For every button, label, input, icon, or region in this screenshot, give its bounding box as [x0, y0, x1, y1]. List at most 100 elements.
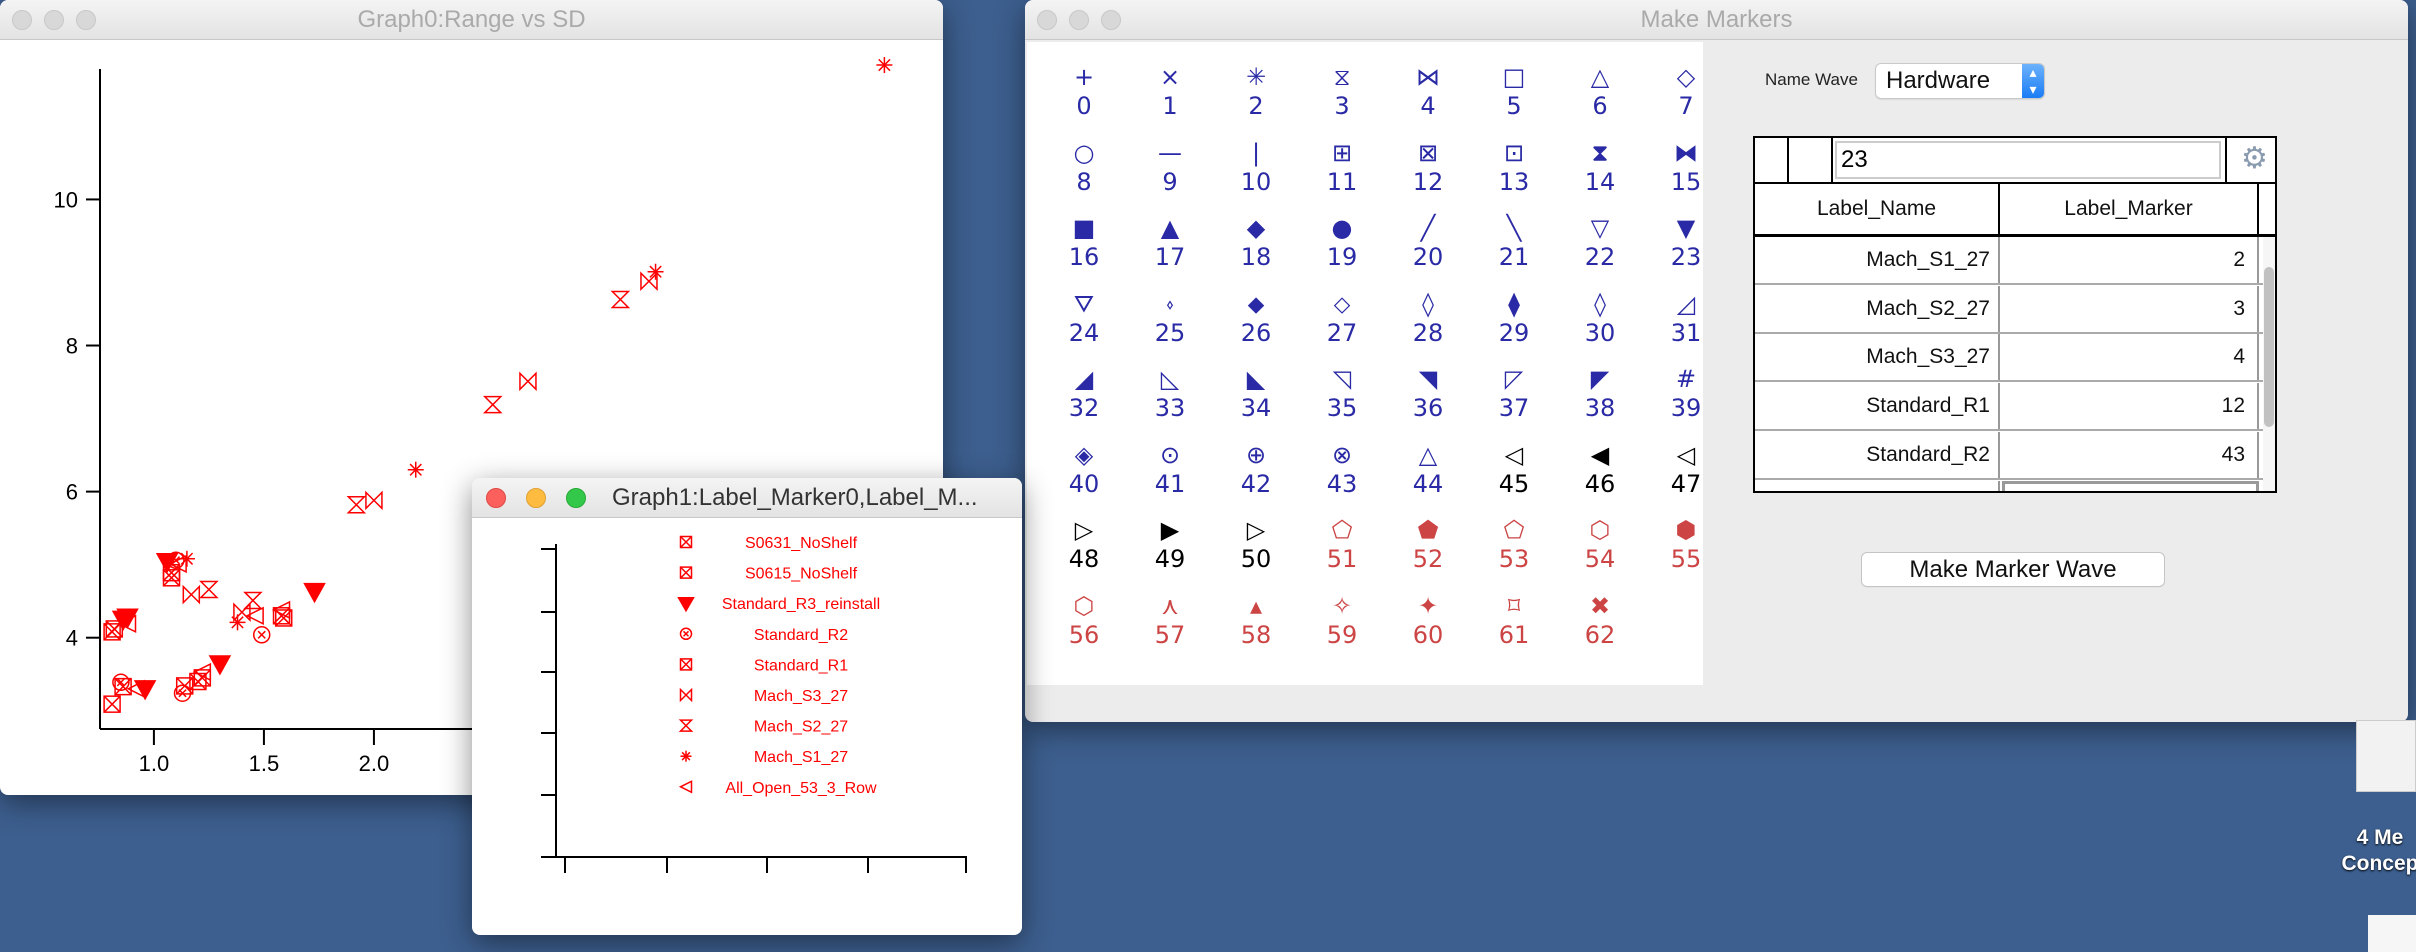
marker-cell-15[interactable]: ⧓15 [1643, 138, 1729, 196]
marker-cell-17[interactable]: ▲17 [1127, 213, 1213, 271]
marker-cell-7[interactable]: ◇7 [1643, 62, 1729, 120]
label-name-cell[interactable]: Standard_R2 [1755, 432, 2000, 478]
marker-cell-43[interactable]: ⊗43 [1299, 440, 1385, 498]
make-markers-titlebar[interactable]: Make Markers [1025, 0, 2408, 40]
marker-cell-31[interactable]: ◿31 [1643, 289, 1729, 347]
marker-cell-11[interactable]: ⊞11 [1299, 138, 1385, 196]
marker-cell-42[interactable]: ⊕42 [1213, 440, 1299, 498]
marker-cell-0[interactable]: +0 [1041, 62, 1127, 120]
marker-cell-16[interactable]: ■16 [1041, 213, 1127, 271]
marker-cell-25[interactable]: ⬫25 [1127, 289, 1213, 347]
marker-cell-38[interactable]: ◤38 [1557, 364, 1643, 422]
marker-cell-2[interactable]: ✳2 [1213, 62, 1299, 120]
scrollbar[interactable] [2263, 237, 2275, 491]
zoom-button[interactable] [76, 10, 96, 30]
label-marker-cell[interactable]: 23 [2002, 481, 2259, 492]
marker-cell-26[interactable]: ⬥26 [1213, 289, 1299, 347]
marker-cell-21[interactable]: ╲21 [1471, 213, 1557, 271]
minimize-button[interactable] [1069, 10, 1089, 30]
marker-cell-28[interactable]: ◊28 [1385, 289, 1471, 347]
marker-cell-59[interactable]: ✧59 [1299, 591, 1385, 649]
marker-cell-34[interactable]: ◣34 [1213, 364, 1299, 422]
label-marker-cell[interactable]: 4 [2002, 334, 2259, 380]
marker-cell-24[interactable]: ⛛24 [1041, 289, 1127, 347]
desktop-file-thumbnail[interactable] [2356, 720, 2416, 792]
make-marker-wave-button[interactable]: Make Marker Wave [1862, 553, 2164, 586]
marker-cell-35[interactable]: ◹35 [1299, 364, 1385, 422]
zoom-button[interactable] [1101, 10, 1121, 30]
marker-cell-33[interactable]: ◺33 [1127, 364, 1213, 422]
entry-input[interactable]: 23 [1835, 141, 2221, 179]
marker-cell-47[interactable]: ◁47 [1643, 440, 1729, 498]
marker-cell-20[interactable]: ╱20 [1385, 213, 1471, 271]
marker-cell-45[interactable]: ◁45 [1471, 440, 1557, 498]
marker-cell-9[interactable]: —9 [1127, 138, 1213, 196]
marker-cell-13[interactable]: ⊡13 [1471, 138, 1557, 196]
close-button[interactable] [12, 10, 32, 30]
marker-cell-14[interactable]: ⧗14 [1557, 138, 1643, 196]
label-name-cell[interactable]: Mach_S3_27 [1755, 334, 2000, 380]
graph0-titlebar[interactable]: Graph0:Range vs SD [0, 0, 943, 40]
marker-cell-52[interactable]: ⬟52 [1385, 515, 1471, 573]
marker-cell-48[interactable]: ▷48 [1041, 515, 1127, 573]
marker-cell-5[interactable]: □5 [1471, 62, 1557, 120]
marker-cell-3[interactable]: ⧖3 [1299, 62, 1385, 120]
gear-icon[interactable]: ⚙ [2241, 142, 2268, 176]
marker-cell-1[interactable]: ×1 [1127, 62, 1213, 120]
label-name-cell[interactable]: Standard_R3_reinstall [1755, 481, 2000, 492]
label-name-cell[interactable]: Mach_S1_27 [1755, 237, 2000, 283]
column-header-label-marker[interactable]: Label_Marker [2000, 184, 2259, 234]
marker-cell-57[interactable]: ⋏57 [1127, 591, 1213, 649]
marker-cell-30[interactable]: ◊30 [1557, 289, 1643, 347]
marker-cell-49[interactable]: ▶49 [1127, 515, 1213, 573]
table-row[interactable]: Mach_S3_274 [1755, 334, 2263, 382]
marker-cell-29[interactable]: ⧫29 [1471, 289, 1557, 347]
name-wave-popup[interactable]: Hardware ▴▾ [1876, 64, 2044, 98]
marker-cell-46[interactable]: ◀46 [1557, 440, 1643, 498]
scrollbar-thumb[interactable] [2264, 267, 2274, 427]
marker-cell-8[interactable]: ○8 [1041, 138, 1127, 196]
label-name-cell[interactable]: Standard_R1 [1755, 383, 2000, 429]
table-row[interactable]: Mach_S1_272 [1755, 237, 2263, 285]
marker-cell-18[interactable]: ◆18 [1213, 213, 1299, 271]
marker-cell-40[interactable]: ◈40 [1041, 440, 1127, 498]
marker-cell-41[interactable]: ⊙41 [1127, 440, 1213, 498]
marker-cell-51[interactable]: ⬠51 [1299, 515, 1385, 573]
marker-cell-36[interactable]: ◥36 [1385, 364, 1471, 422]
marker-cell-53[interactable]: ⬠53 [1471, 515, 1557, 573]
zoom-button[interactable] [566, 488, 586, 508]
label-name-cell[interactable]: Mach_S2_27 [1755, 286, 2000, 332]
label-marker-cell[interactable]: 3 [2002, 286, 2259, 332]
table-row[interactable]: Standard_R112 [1755, 383, 2263, 431]
label-marker-cell[interactable]: 43 [2002, 432, 2259, 478]
marker-cell-37[interactable]: ◸37 [1471, 364, 1557, 422]
label-marker-cell[interactable]: 12 [2002, 383, 2259, 429]
desktop-file-label[interactable]: 4 Me Concep [2330, 825, 2416, 877]
minimize-button[interactable] [44, 10, 64, 30]
marker-cell-22[interactable]: ▽22 [1557, 213, 1643, 271]
marker-cell-55[interactable]: ⬢55 [1643, 515, 1729, 573]
table-row[interactable]: Mach_S2_273 [1755, 286, 2263, 334]
table-row[interactable]: Standard_R243 [1755, 432, 2263, 480]
close-button[interactable] [1037, 10, 1057, 30]
marker-cell-61[interactable]: ⌑61 [1471, 591, 1557, 649]
marker-cell-6[interactable]: △6 [1557, 62, 1643, 120]
minimize-button[interactable] [526, 488, 546, 508]
table-row[interactable]: Standard_R3_reinstall23 [1755, 481, 2263, 492]
graph1-titlebar[interactable]: Graph1:Label_Marker0,Label_M... [472, 478, 1022, 518]
marker-cell-58[interactable]: ▴58 [1213, 591, 1299, 649]
marker-cell-39[interactable]: #39 [1643, 364, 1729, 422]
marker-cell-19[interactable]: ●19 [1299, 213, 1385, 271]
marker-cell-56[interactable]: ⬡56 [1041, 591, 1127, 649]
marker-cell-10[interactable]: |10 [1213, 138, 1299, 196]
label-marker-cell[interactable]: 2 [2002, 237, 2259, 283]
marker-cell-44[interactable]: △44 [1385, 440, 1471, 498]
marker-cell-50[interactable]: ▷50 [1213, 515, 1299, 573]
desktop-file-thumbnail[interactable] [2368, 915, 2416, 952]
marker-cell-60[interactable]: ✦60 [1385, 591, 1471, 649]
marker-cell-12[interactable]: ⊠12 [1385, 138, 1471, 196]
column-header-label-name[interactable]: Label_Name [1755, 184, 2000, 234]
marker-cell-27[interactable]: ⬦27 [1299, 289, 1385, 347]
marker-cell-32[interactable]: ◢32 [1041, 364, 1127, 422]
marker-cell-54[interactable]: ⬡54 [1557, 515, 1643, 573]
